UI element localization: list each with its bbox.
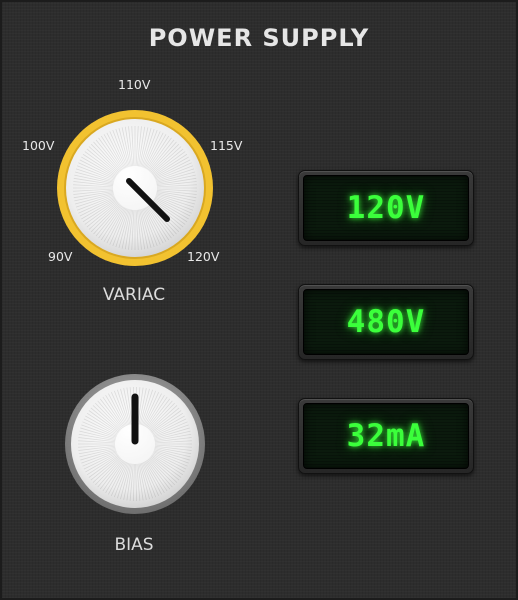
variac-scale-100v: 100V [22, 138, 55, 153]
variac-knob[interactable] [55, 108, 215, 268]
display-screen: 32mA [303, 403, 469, 469]
display-screen: 480V [303, 289, 469, 355]
bias-knob[interactable] [64, 373, 206, 515]
variac-scale-110v: 110V [118, 77, 151, 92]
display-readout: 120V [346, 190, 426, 226]
bias-caption: BIAS [114, 535, 154, 555]
display-readout: 480V [346, 304, 426, 340]
display-current: 32mA [298, 398, 474, 474]
panel-title: POWER SUPPLY [148, 24, 370, 52]
power-supply-panel: POWER SUPPLY 90V 100V 110V 115V 120V VAR… [0, 0, 518, 600]
variac-caption: VARIAC [102, 285, 166, 305]
display-screen: 120V [303, 175, 469, 241]
display-voltage-in: 120V [298, 170, 474, 246]
display-readout: 32mA [346, 418, 426, 454]
display-voltage-out: 480V [298, 284, 474, 360]
